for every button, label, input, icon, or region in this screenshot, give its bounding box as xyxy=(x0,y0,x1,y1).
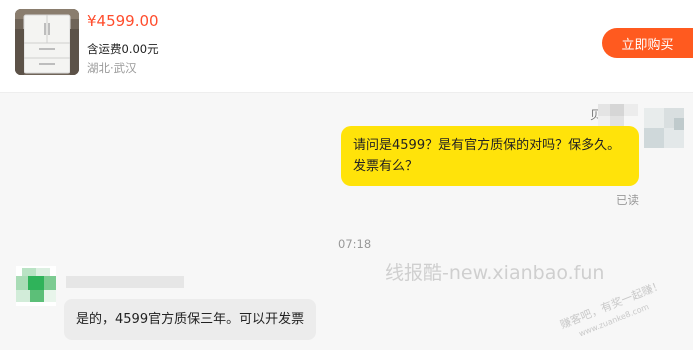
seller-location: 湖北·武汉 xyxy=(87,61,137,75)
message-timestamp: 07:18 xyxy=(338,237,372,251)
shipping-fee: 含运费0.00元 xyxy=(87,42,159,56)
product-header: ¥4599.00 含运费0.00元 湖北·武汉 立即购买 xyxy=(0,0,693,93)
product-price: ¥4599.00 xyxy=(87,12,159,30)
self-message-bubble: 请问是4599？是有官方质保的对吗？保多久。发票有么？ xyxy=(341,126,639,186)
seller-avatar[interactable] xyxy=(16,266,56,306)
self-name-blurred xyxy=(598,104,638,128)
product-thumbnail[interactable] xyxy=(15,9,79,75)
buy-now-button[interactable]: 立即购买 xyxy=(602,28,693,58)
seller-name-blurred xyxy=(66,276,184,288)
seller-message-bubble: 是的，4599官方质保三年。可以开发票 xyxy=(64,299,317,340)
watermark-stamp: 赚客吧，有奖一起赚！ www.zuanke8.com xyxy=(548,266,693,338)
self-avatar[interactable] xyxy=(644,108,684,148)
read-status: 已读 xyxy=(616,193,639,207)
